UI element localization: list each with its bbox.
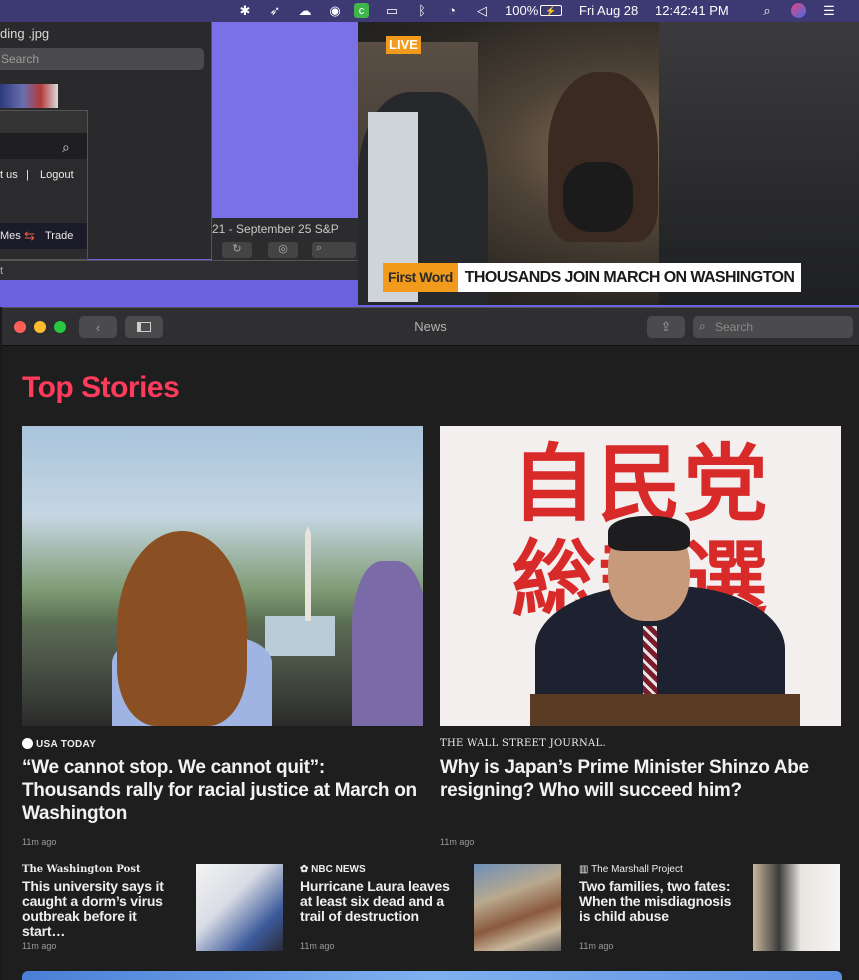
battery-icon[interactable]: ⚡ xyxy=(540,5,562,16)
refresh-icon[interactable]: ↻ xyxy=(222,242,252,258)
creative-cloud-icon[interactable]: ☁ xyxy=(297,3,313,19)
menu-bar: ✱ ➶ ☁ ◉ ☁ c ▭ ᛒ ◔ ◁ 100% ⚡ Fri Aug 28 12… xyxy=(0,0,859,22)
share-icon: ⇪ xyxy=(660,319,672,334)
image-person-masked xyxy=(352,561,423,726)
microphone-icon xyxy=(563,162,633,232)
trade-icon: ⇆ xyxy=(24,228,35,243)
volume-icon[interactable]: ◁ xyxy=(474,3,490,19)
marshall-project-logo-icon: ▥ xyxy=(579,864,589,875)
finder-thumbnail[interactable] xyxy=(0,84,58,108)
lower-third: First Word THOUSANDS JOIN MARCH ON WASHI… xyxy=(383,263,802,292)
news-titlebar: ‹ News ⇪ ⌕ xyxy=(2,308,859,346)
news-search-field[interactable]: ⌕ xyxy=(693,316,853,338)
story-source: ✿ NBC NEWS xyxy=(300,864,366,875)
chart-footer-text: 21 - September 25 S&P xyxy=(212,222,339,236)
image-reflecting-pool xyxy=(265,616,335,656)
lower-third-headline: THOUSANDS JOIN MARCH ON WASHINGTON xyxy=(457,263,802,292)
sidebar-toggle-button[interactable] xyxy=(125,316,163,338)
trade-link[interactable]: Trade xyxy=(45,230,73,242)
lower-third-tag: First Word xyxy=(383,263,458,292)
share-button[interactable]: ⇪ xyxy=(647,316,685,338)
story-source: The Washington Post xyxy=(22,864,141,875)
story-source: ▥ The Marshall Project xyxy=(579,864,683,875)
zoom-button[interactable] xyxy=(54,321,66,333)
search-icon[interactable]: ⌕ xyxy=(62,139,70,156)
strip-text: t xyxy=(0,265,4,277)
story-headline[interactable]: Why is Japan’s Prime Minister Shinzo Abe… xyxy=(440,756,840,802)
story-time: 11m ago xyxy=(440,837,475,847)
rocket-icon[interactable]: ➶ xyxy=(267,3,283,19)
menubar-time[interactable]: 12:42:41 PM xyxy=(655,3,729,19)
notification-center-icon[interactable]: ☰ xyxy=(821,3,837,19)
story-card[interactable]: The Washington Post This university says… xyxy=(22,864,288,951)
menubar-date[interactable]: Fri Aug 28 xyxy=(579,3,638,19)
news-window: ‹ News ⇪ ⌕ Top Stories 自民党総裁選9月 xyxy=(2,307,859,980)
bluetooth-icon[interactable]: ᛒ xyxy=(414,3,430,19)
story-headline[interactable]: Hurricane Laura leaves at least six dead… xyxy=(300,879,460,924)
siri-icon[interactable] xyxy=(791,3,806,18)
usa-today-logo-icon xyxy=(22,738,33,749)
story-thumbnail[interactable] xyxy=(196,864,283,951)
close-button[interactable] xyxy=(14,321,26,333)
sidebar-icon xyxy=(137,322,151,332)
browser-nav: Mes ⇆ Trade xyxy=(0,223,87,249)
image-monument xyxy=(305,526,311,621)
live-video-player[interactable]: LIVE First Word THOUSANDS JOIN MARCH ON … xyxy=(358,22,859,305)
link-divider: | xyxy=(26,169,29,181)
chart-footer: 21 - September 25 S&P ↻ ◎ ⌕ xyxy=(212,218,358,260)
chevron-left-icon: ‹ xyxy=(95,319,101,335)
story-image-march[interactable] xyxy=(22,426,423,726)
wifi-icon[interactable]: ◔ xyxy=(444,3,460,19)
story-source: THE WALL STREET JOURNAL. xyxy=(440,738,606,749)
story-thumbnail[interactable] xyxy=(474,864,561,951)
story-image-abe[interactable]: 自民党総裁選9月 xyxy=(440,426,841,726)
sync-icon[interactable]: c xyxy=(354,3,369,18)
messages-link[interactable]: Mes xyxy=(0,230,21,242)
alfred-hat-icon[interactable]: ✱ xyxy=(237,3,253,19)
story-card[interactable]: ▥ The Marshall Project Two families, two… xyxy=(579,864,845,951)
story-headline[interactable]: This university says it caught a dorm’s … xyxy=(22,879,182,939)
spotlight-search-icon[interactable]: ⌕ xyxy=(759,3,775,19)
search-icon: ⌕ xyxy=(699,319,706,333)
story-card[interactable]: ✿ NBC NEWS Hurricane Laura leaves at lea… xyxy=(300,864,566,951)
image-podium xyxy=(530,694,800,726)
back-button[interactable]: ‹ xyxy=(79,316,117,338)
story-time: 11m ago xyxy=(579,941,614,951)
live-badge: LIVE xyxy=(386,36,421,54)
compass-icon[interactable]: ◎ xyxy=(268,242,298,258)
browser-window: ⌕ t us | Logout Mes ⇆ Trade xyxy=(0,110,88,260)
story-source: USA TODAY xyxy=(22,738,96,750)
story-headline[interactable]: Two families, two fates: When the misdia… xyxy=(579,879,739,924)
browser-toolbar xyxy=(0,111,87,133)
finder-window-title: ding .jpg xyxy=(0,26,50,41)
backup-icon[interactable]: ◉ xyxy=(327,3,343,19)
story-headline[interactable]: “We cannot stop. We cannot quit”: Thousa… xyxy=(22,756,422,825)
battery-percent: 100% xyxy=(505,3,539,18)
section-title: Top Stories xyxy=(22,371,180,404)
nbc-peacock-icon: ✿ xyxy=(300,864,309,875)
airplay-icon[interactable]: ▭ xyxy=(384,3,400,19)
news-content: Top Stories 自民党総裁選9月 USA TODAY “We canno… xyxy=(2,347,859,980)
story-thumbnail[interactable] xyxy=(753,864,840,951)
logout-link[interactable]: Logout xyxy=(40,169,74,181)
image-person-hair xyxy=(117,531,247,726)
story-time: 11m ago xyxy=(22,941,57,951)
minimize-button[interactable] xyxy=(34,321,46,333)
news-search-input[interactable] xyxy=(715,316,849,338)
image-person-hair xyxy=(608,516,690,551)
story-time: 11m ago xyxy=(22,837,57,847)
browser-search-bar xyxy=(0,133,87,159)
finder-search-field[interactable]: Search xyxy=(0,48,204,70)
story-time: 11m ago xyxy=(300,941,335,951)
background-strip-window: t xyxy=(0,260,358,280)
contact-link[interactable]: t us xyxy=(0,169,18,181)
search-icon[interactable]: ⌕ xyxy=(312,242,356,258)
